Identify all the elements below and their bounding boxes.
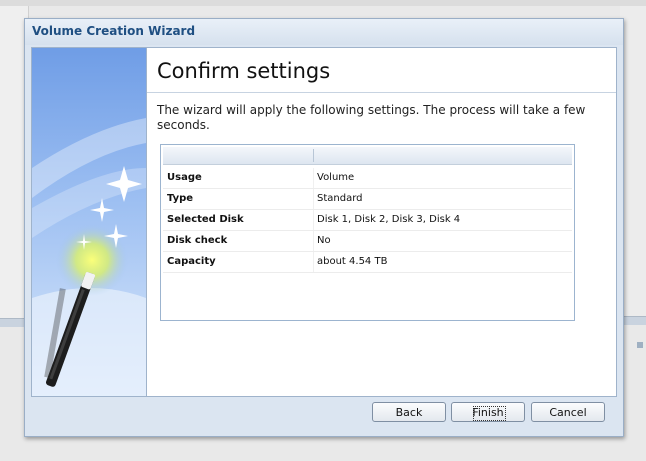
settings-table: Usage Volume Type Standard Selected Disk… bbox=[160, 144, 575, 321]
table-row[interactable]: Usage Volume bbox=[163, 168, 572, 189]
finish-button[interactable]: Finish bbox=[451, 402, 525, 422]
background-right-marker bbox=[637, 342, 643, 348]
column-separator[interactable] bbox=[313, 149, 314, 162]
back-button-label: Back bbox=[395, 406, 423, 419]
cell-divider bbox=[313, 210, 314, 230]
header-band: Confirm settings bbox=[147, 48, 616, 93]
setting-key: Capacity bbox=[167, 256, 216, 267]
table-row[interactable]: Disk check No bbox=[163, 231, 572, 252]
cell-divider bbox=[313, 252, 314, 272]
dialog-title: Volume Creation Wizard bbox=[32, 24, 196, 38]
setting-key: Usage bbox=[167, 172, 202, 183]
setting-value: No bbox=[317, 235, 331, 246]
table-header bbox=[163, 147, 572, 165]
back-button[interactable]: Back bbox=[372, 402, 446, 422]
setting-key: Type bbox=[167, 193, 194, 204]
magic-wand-icon bbox=[32, 48, 147, 396]
setting-value: Standard bbox=[317, 193, 363, 204]
setting-key: Disk check bbox=[167, 235, 228, 246]
setting-value: Disk 1, Disk 2, Disk 3, Disk 4 bbox=[317, 214, 461, 225]
page-description: The wizard will apply the following sett… bbox=[157, 103, 586, 132]
dialog-titlebar[interactable]: Volume Creation Wizard bbox=[25, 19, 623, 45]
setting-value: about 4.54 TB bbox=[317, 256, 388, 267]
setting-value: Volume bbox=[317, 172, 355, 183]
cell-divider bbox=[313, 168, 314, 188]
dialog-body: Confirm settings The wizard will apply t… bbox=[31, 47, 617, 397]
wizard-content: Confirm settings The wizard will apply t… bbox=[147, 48, 616, 396]
background-top-strip bbox=[0, 0, 646, 6]
page-title: Confirm settings bbox=[157, 59, 331, 83]
setting-key: Selected Disk bbox=[167, 214, 244, 225]
cancel-button-label: Cancel bbox=[549, 406, 587, 419]
cell-divider bbox=[313, 231, 314, 251]
table-row[interactable]: Selected Disk Disk 1, Disk 2, Disk 3, Di… bbox=[163, 210, 572, 231]
wizard-dialog: Volume Creation Wizard Confirm settings … bbox=[24, 18, 624, 437]
table-row[interactable]: Capacity about 4.54 TB bbox=[163, 252, 572, 273]
finish-button-label: Finish bbox=[472, 406, 504, 419]
table-row[interactable]: Type Standard bbox=[163, 189, 572, 210]
table-body: Usage Volume Type Standard Selected Disk… bbox=[163, 168, 572, 273]
cancel-button[interactable]: Cancel bbox=[531, 402, 605, 422]
cell-divider bbox=[313, 189, 314, 209]
